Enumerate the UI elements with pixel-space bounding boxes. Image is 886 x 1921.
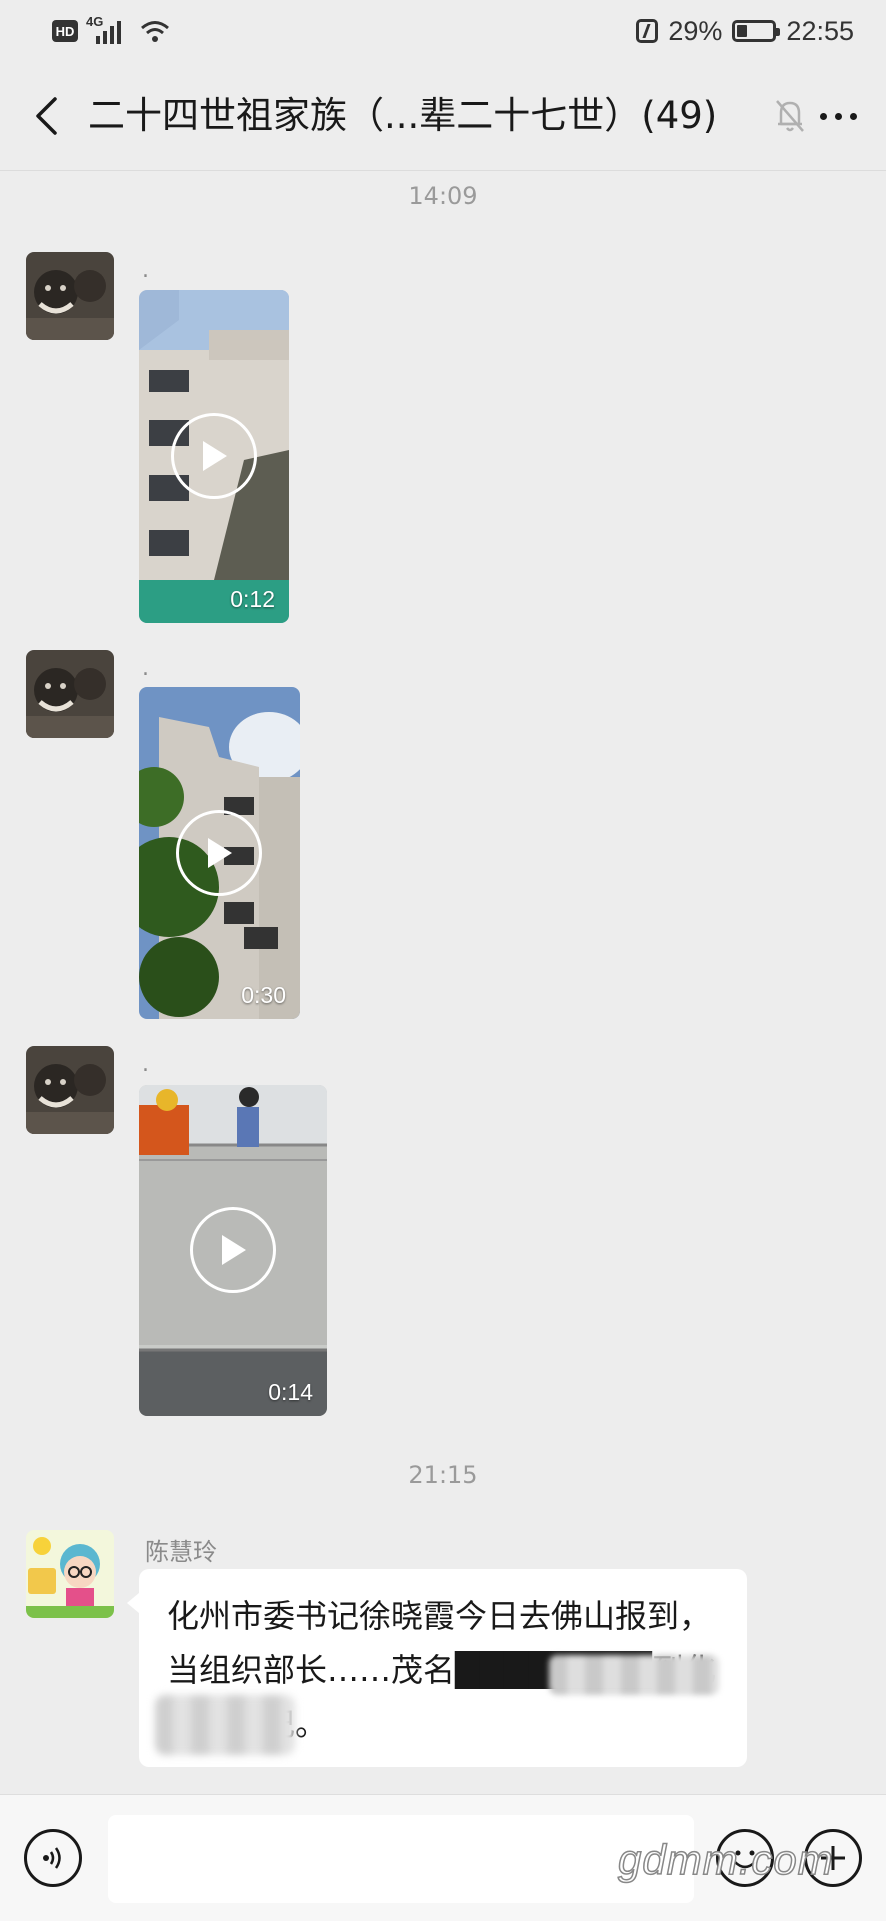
voice-icon bbox=[43, 1847, 61, 1869]
signal-icon: 4G bbox=[86, 14, 132, 46]
battery-icon bbox=[732, 20, 781, 42]
video-duration: 0:14 bbox=[268, 1379, 313, 1405]
sender-name: 陈慧玲 bbox=[145, 1538, 217, 1566]
video-message[interactable]: 0:30 bbox=[139, 687, 300, 1019]
watermark: gdmm.com bbox=[617, 1835, 834, 1884]
sender-name: . bbox=[142, 656, 149, 681]
avatar[interactable] bbox=[26, 1046, 114, 1134]
battery-percent: 29% bbox=[668, 15, 723, 46]
status-bar: HD 4G 29% 22:55 bbox=[0, 0, 886, 62]
play-icon bbox=[176, 810, 262, 896]
play-icon bbox=[190, 1207, 276, 1293]
hd-icon: HD bbox=[52, 20, 78, 42]
nfc-icon bbox=[636, 19, 659, 43]
video-duration: 0:30 bbox=[241, 982, 286, 1008]
wifi-icon bbox=[141, 21, 169, 42]
text-message-bubble[interactable]: 化州市委书记徐晓霞今日去佛山报到，当组织部长……茂名████████到化州当书记… bbox=[127, 1569, 747, 1767]
timestamp: 21:15 bbox=[408, 1461, 478, 1489]
play-icon bbox=[171, 413, 257, 499]
avatar[interactable] bbox=[26, 1530, 114, 1618]
timestamp: 14:09 bbox=[408, 182, 478, 210]
message-input[interactable] bbox=[108, 1815, 694, 1903]
video-message[interactable]: 0:12 bbox=[139, 290, 289, 623]
sender-name: . bbox=[142, 1052, 149, 1077]
bell-off-icon bbox=[776, 100, 804, 132]
redaction-blur bbox=[155, 1695, 295, 1755]
clock: 22:55 bbox=[786, 15, 854, 46]
more-button[interactable] bbox=[808, 98, 868, 134]
voice-button[interactable] bbox=[24, 1829, 82, 1887]
chevron-left-icon bbox=[36, 97, 57, 135]
video-duration: 0:12 bbox=[230, 586, 275, 612]
avatar[interactable] bbox=[26, 650, 114, 738]
redaction-blur bbox=[549, 1655, 719, 1695]
sender-name: . bbox=[142, 258, 149, 283]
back-button[interactable] bbox=[22, 88, 70, 144]
avatar[interactable] bbox=[26, 252, 114, 340]
chat-header: 二十四世祖家族（...辈二十七世）(49) bbox=[0, 62, 886, 171]
video-message[interactable]: 0:14 bbox=[139, 1085, 327, 1416]
chat-title: 二十四世祖家族（...辈二十七世）(49) bbox=[88, 94, 718, 137]
